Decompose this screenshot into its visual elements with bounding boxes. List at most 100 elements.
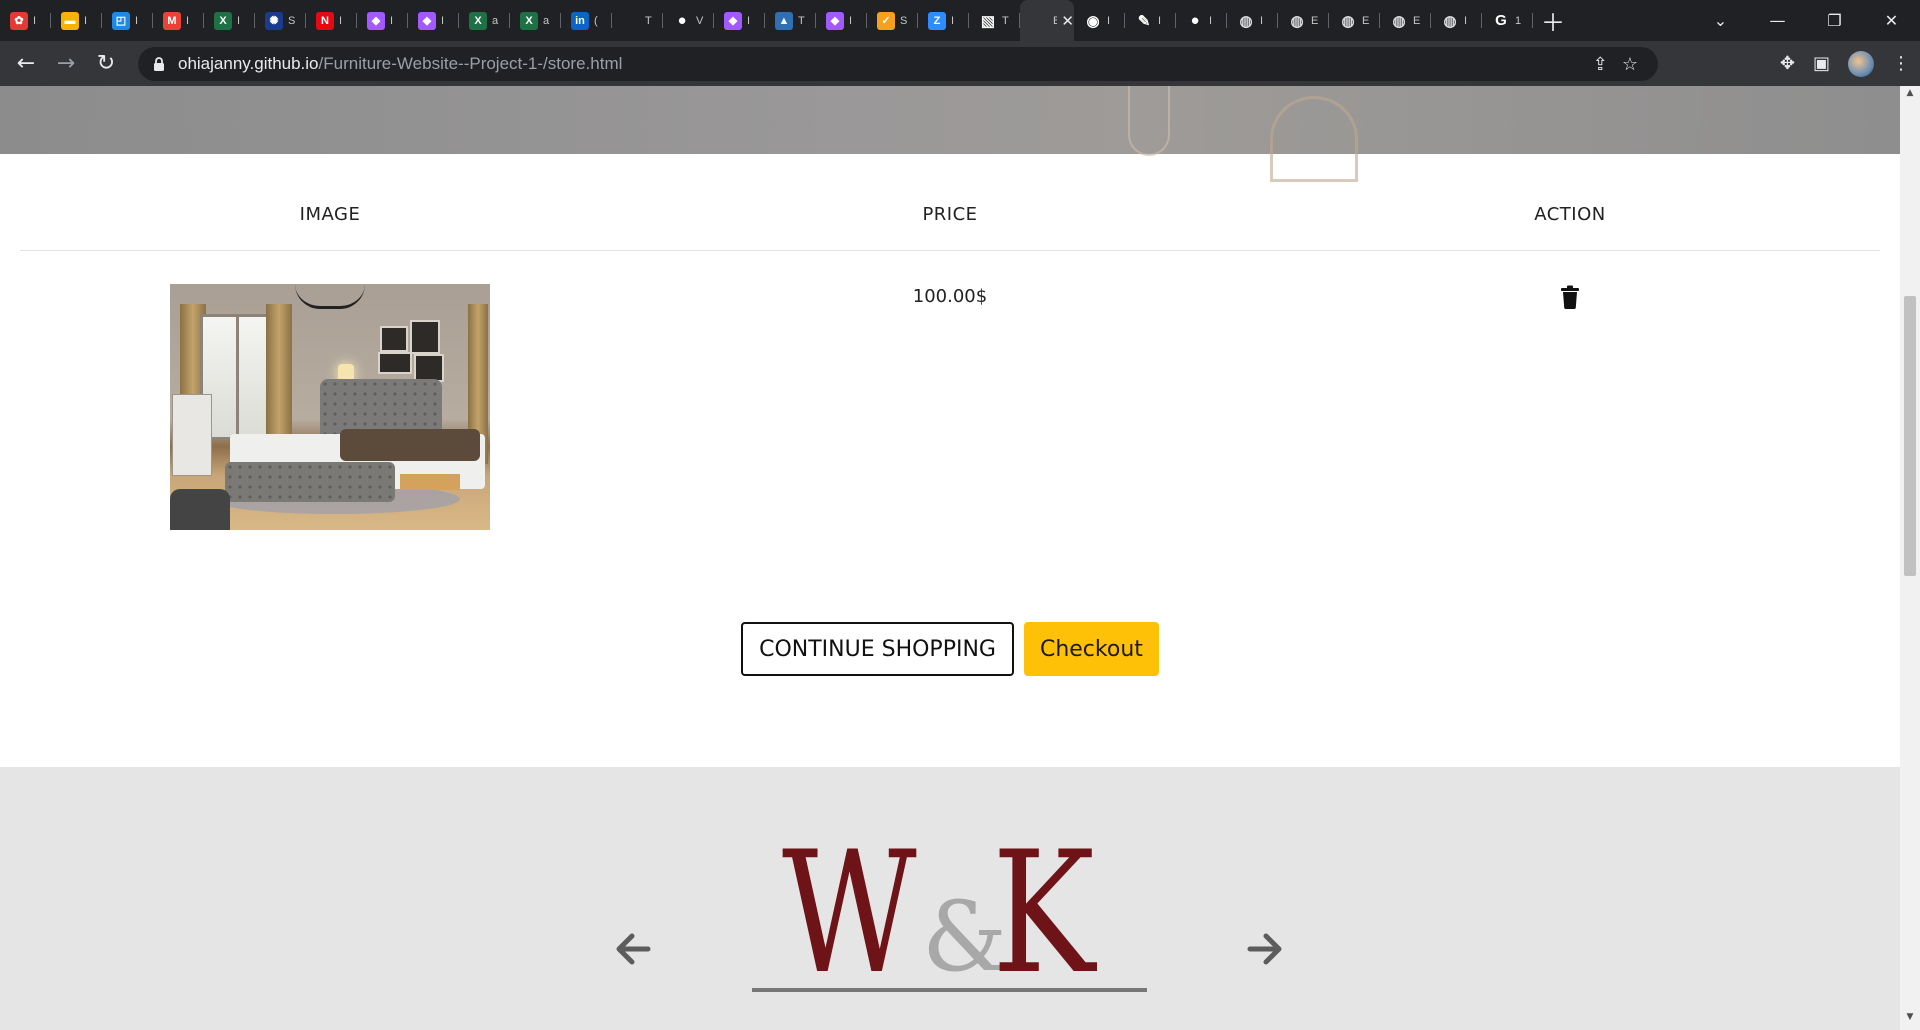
url-host: ohiajanny.github.io (178, 54, 319, 73)
browser-tab[interactable]: ◍ I (1227, 0, 1278, 41)
check-circle-icon: ✓ (877, 11, 895, 30)
globe-icon: ◍ (1290, 12, 1304, 30)
tab-title: a (543, 14, 550, 27)
browser-tab[interactable]: ◰ I (102, 0, 153, 41)
tab-search-icon[interactable]: ⌄ (1692, 0, 1749, 41)
arrow-right-icon[interactable] (1246, 929, 1286, 969)
restore-button[interactable]: ❐ (1806, 0, 1863, 41)
browser-tab[interactable]: Xa (459, 0, 510, 41)
figma-icon: ◆ (724, 11, 742, 30)
continue-shopping-button[interactable]: CONTINUE SHOPPING (741, 622, 1014, 676)
browser-tab[interactable]: ✺ S (255, 0, 306, 41)
browser-tab[interactable]: ▬ I (51, 0, 102, 41)
back-button[interactable]: ← (6, 44, 46, 84)
arrow-left-icon[interactable] (612, 929, 652, 969)
browser-tab[interactable]: B ✕ (1020, 0, 1074, 41)
tab-title: I (849, 14, 853, 27)
tab-title: E (1362, 14, 1370, 27)
browser-toolbar: ← → ↻ ohiajanny.github.io/Furniture-Webs… (0, 41, 1920, 86)
hero-banner (0, 86, 1900, 182)
browser-tab[interactable]: ◍ E (1329, 0, 1380, 41)
globe-icon: ◍ (1392, 12, 1406, 30)
browser-tab[interactable]: NI (306, 0, 357, 41)
browser-tab[interactable]: ◆ I (357, 0, 408, 41)
tab-close-icon[interactable]: ✕ (1061, 12, 1074, 30)
tab-title: I (1158, 14, 1162, 27)
browser-tab[interactable]: ● I (1176, 0, 1227, 41)
browser-tab[interactable]: MI (153, 0, 204, 41)
window-controls: ⌄ — ❐ ✕ (1692, 0, 1920, 41)
browser-tab[interactable]: ✓ S (867, 0, 918, 41)
browser-tab[interactable]: in ( (561, 0, 612, 41)
menu-icon[interactable]: ⋮ (1892, 53, 1910, 74)
pen-icon: ✎ (1137, 12, 1151, 30)
gmail-icon: M (163, 11, 181, 30)
forward-button[interactable]: → (46, 44, 86, 84)
tab-title: I (441, 14, 445, 27)
bookmark-star-icon[interactable]: ☆ (1622, 54, 1638, 75)
extensions-icon[interactable]: ✥ (1780, 53, 1795, 74)
browser-tab[interactable]: ✎ I (1125, 0, 1176, 41)
zoom-icon: Z (928, 11, 946, 30)
cart-price-cell: 100.00$ (640, 284, 1260, 534)
github-icon: ● (677, 12, 687, 29)
new-tab-button[interactable]: ＋ (1533, 0, 1573, 41)
browser-tab[interactable]: T (612, 0, 663, 41)
browser-tab[interactable]: XI (204, 0, 255, 41)
tab-title: I (135, 14, 139, 27)
flower-icon: ✿ (10, 11, 28, 30)
tab-title: I (951, 14, 955, 27)
item-price: 100.00$ (912, 286, 988, 307)
side-panel-icon[interactable]: ▣ (1813, 53, 1830, 74)
address-bar[interactable]: ohiajanny.github.io/Furniture-Website--P… (138, 47, 1658, 81)
globe-icon: ◍ (1239, 12, 1253, 30)
lock-icon[interactable] (152, 57, 166, 71)
blank-icon (622, 11, 640, 30)
mountain-icon: ▲ (775, 11, 793, 30)
footer-section: W & K (0, 767, 1900, 1030)
tab-title: B (1053, 14, 1058, 27)
browser-tab[interactable]: ◉ I (1074, 0, 1125, 41)
logo-letter-k: K (992, 815, 1095, 1011)
browser-tab[interactable]: ✿ I (0, 0, 51, 41)
tab-title: S (900, 14, 908, 27)
browser-tab[interactable]: Xa (510, 0, 561, 41)
browser-tab[interactable]: ZI (918, 0, 969, 41)
browser-tab[interactable]: ▲ T (765, 0, 816, 41)
close-window-button[interactable]: ✕ (1863, 0, 1920, 41)
tab-title: I (84, 14, 88, 27)
header-price: PRICE (922, 204, 978, 225)
page-scrollbar[interactable]: ▲ ▼ (1900, 86, 1920, 1030)
browser-tab[interactable]: ▧ T (969, 0, 1020, 41)
azure-icon: ◰ (112, 11, 130, 30)
reload-button[interactable]: ↻ (86, 44, 126, 84)
trash-icon[interactable] (1560, 285, 1580, 309)
netflix-icon: N (316, 11, 334, 30)
browser-tab[interactable]: ◍ E (1278, 0, 1329, 41)
hero-decoration (1270, 96, 1358, 182)
browser-tab[interactable]: G1 (1482, 0, 1533, 41)
scroll-up-arrow-icon[interactable]: ▲ (1900, 88, 1920, 104)
url-text: ohiajanny.github.io/Furniture-Website--P… (178, 54, 622, 74)
browser-tab[interactable]: ◍ I (1431, 0, 1482, 41)
browser-tab[interactable]: ◆ I (714, 0, 765, 41)
browser-tab[interactable]: ◆ I (408, 0, 459, 41)
scroll-down-arrow-icon[interactable]: ▼ (1900, 1012, 1920, 1028)
browser-tab[interactable]: ● V (663, 0, 714, 41)
tab-title: V (696, 14, 704, 27)
share-icon[interactable]: ⇪ (1593, 54, 1608, 75)
excel-icon: X (520, 11, 538, 30)
url-path: /Furniture-Website--Project-1-/store.htm… (318, 54, 623, 73)
tab-list: ✿ I ▬ I ◰ I M I X I ✺ S N I ◆ I ◆ I Xa Xa in(T ● V ◆ I ▲ T ◆ I ✓ S Z I ▧ T… (0, 0, 1533, 41)
tab-title: T (645, 14, 652, 27)
tab-title: E (1413, 14, 1421, 27)
checkout-button[interactable]: Checkout (1023, 622, 1159, 676)
slides-icon: ▬ (61, 11, 79, 30)
tab-title: I (1464, 14, 1468, 27)
figma-icon: ◆ (418, 11, 436, 30)
browser-tab[interactable]: ◆ I (816, 0, 867, 41)
scrollbar-thumb[interactable] (1904, 296, 1916, 576)
profile-avatar[interactable] (1848, 50, 1874, 77)
minimize-button[interactable]: — (1749, 0, 1806, 41)
browser-tab[interactable]: ◍ E (1380, 0, 1431, 41)
